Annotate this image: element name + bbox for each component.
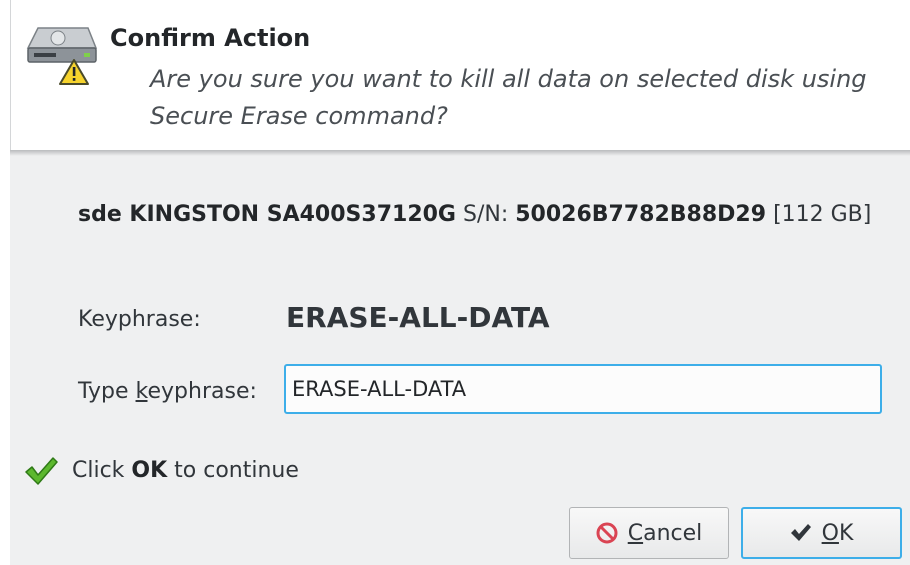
status-message: Click OK to continue <box>72 458 299 483</box>
checkmark-icon <box>790 524 811 541</box>
header-divider <box>10 150 910 156</box>
status-ok-word: OK <box>131 458 168 483</box>
type-label-suffix: eyphrase: <box>147 379 257 404</box>
disk-device: sde KINGSTON SA400S37120G <box>78 202 456 227</box>
keyphrase-input[interactable] <box>284 364 882 414</box>
cancel-button[interactable]: Cancel <box>569 507 729 559</box>
dialog-title: Confirm Action <box>110 24 311 52</box>
cancel-mnemonic: C <box>627 520 644 546</box>
cancel-label-rest: ancel <box>643 520 703 546</box>
disk-info: sde KINGSTON SA400S37120G S/N: 50026B778… <box>78 202 871 227</box>
type-keyphrase-label: Type keyphrase: <box>78 379 257 404</box>
serial-label: S/N: <box>463 202 509 227</box>
cancel-label: Cancel <box>628 521 703 546</box>
window-edge <box>0 0 10 565</box>
ok-mnemonic: O <box>821 520 839 546</box>
ok-label: OK <box>822 521 854 546</box>
ok-button[interactable]: OK <box>741 507 902 559</box>
keyphrase-label: Keyphrase: <box>78 307 201 332</box>
keyphrase-value: ERASE-ALL-DATA <box>286 301 550 334</box>
status-suffix: to continue <box>167 458 299 483</box>
type-label-prefix: Type <box>78 379 136 404</box>
confirm-action-dialog: Confirm Action Are you sure you want to … <box>0 0 910 565</box>
green-checkmark-icon <box>25 457 58 485</box>
ok-label-rest: K <box>838 520 854 546</box>
drive-harddisk-warning-icon <box>26 27 98 85</box>
disk-serial: 50026B7782B88D29 <box>515 202 767 227</box>
dialog-question: Are you sure you want to kill all data o… <box>150 65 867 130</box>
cancel-icon <box>596 522 618 544</box>
type-label-mnemonic: k <box>135 379 148 404</box>
disk-size: [112 GB] <box>773 202 872 227</box>
status-prefix: Click <box>72 458 132 483</box>
